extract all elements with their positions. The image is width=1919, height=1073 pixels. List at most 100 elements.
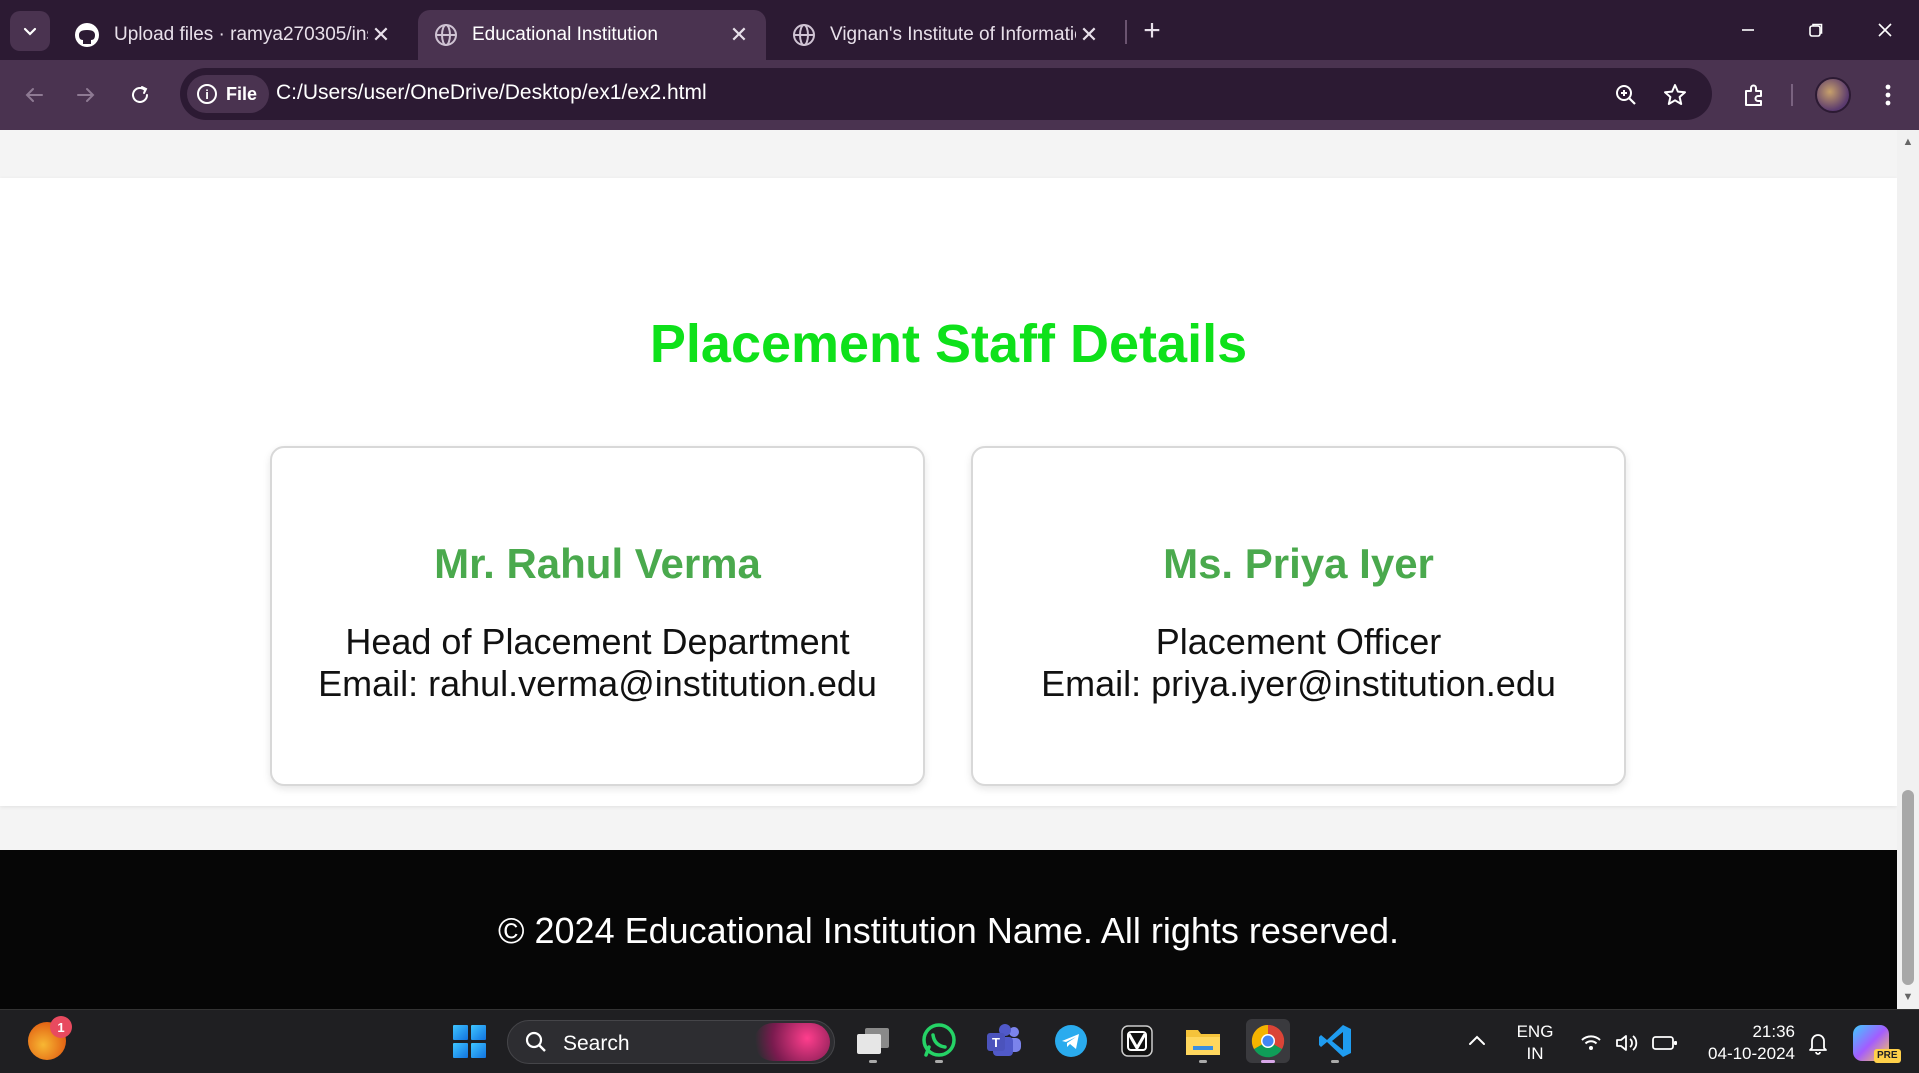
vscode-icon: [1319, 1025, 1351, 1057]
notification-badge: 1: [50, 1016, 72, 1038]
bookmark-star-icon[interactable]: [1658, 78, 1692, 112]
browser-toolbar: i File C:/Users/user/OneDrive/Desktop/ex…: [0, 60, 1919, 130]
start-icon: [452, 1024, 486, 1058]
staff-card: Ms. Priya Iyer Placement Officer Email: …: [971, 446, 1626, 786]
search-highlight-image: [754, 1023, 830, 1061]
toolbar-divider: [1791, 84, 1793, 106]
plus-icon: +: [1143, 14, 1161, 47]
svg-text:T: T: [992, 1035, 1000, 1050]
clock-time: 21:36: [1752, 1022, 1795, 1041]
capcut-icon: [1121, 1025, 1153, 1057]
start-button[interactable]: [447, 1019, 491, 1063]
clock[interactable]: 21:36 04-10-2024: [1695, 1021, 1795, 1065]
bell-icon[interactable]: [1808, 1031, 1828, 1061]
globe-icon: [435, 24, 457, 46]
info-icon: i: [197, 84, 217, 104]
close-icon[interactable]: ✕: [368, 22, 394, 48]
running-indicator: [869, 1060, 877, 1063]
reload-icon: [132, 86, 148, 103]
tab-title: Vignan's Institute of Information: [830, 24, 1076, 45]
copyright-text: © 2024 Educational Institution Name. All…: [497, 910, 1399, 951]
teams-icon: T: [987, 1024, 1021, 1056]
staff-role: Placement Officer: [1155, 621, 1442, 662]
github-icon: [75, 23, 99, 47]
wifi-icon[interactable]: [1580, 1033, 1602, 1057]
vscode-button[interactable]: [1313, 1019, 1357, 1063]
tab-educational-institution[interactable]: Educational Institution ✕: [418, 10, 766, 60]
new-tab-button[interactable]: +: [1135, 14, 1169, 48]
tab-divider: [1125, 20, 1127, 44]
tab-title: Upload files · ramya270305/inst: [114, 24, 368, 45]
chevron-up-icon[interactable]: [1467, 1031, 1487, 1054]
battery-icon[interactable]: [1652, 1034, 1678, 1058]
tab-title: Educational Institution: [472, 24, 658, 45]
arrow-right-icon: [77, 88, 95, 102]
capcut-button[interactable]: [1115, 1019, 1159, 1063]
chevron-down-icon: [23, 27, 37, 36]
running-indicator: [1331, 1060, 1339, 1063]
staff-name: Ms. Priya Iyer: [1163, 540, 1434, 587]
running-indicator: [1199, 1060, 1207, 1063]
search-label: Search: [563, 1032, 630, 1055]
profile-avatar[interactable]: [1815, 77, 1851, 113]
vertical-scrollbar[interactable]: ▲ ▼: [1897, 130, 1919, 1009]
close-icon[interactable]: ✕: [726, 22, 752, 48]
minimize-icon: [1742, 29, 1754, 31]
restore-icon: [1809, 23, 1823, 37]
staff-card: Mr. Rahul Verma Head of Placement Depart…: [270, 446, 925, 786]
running-indicator: [1261, 1060, 1275, 1063]
whatsapp-button[interactable]: [917, 1019, 961, 1063]
file-explorer-button[interactable]: [1181, 1019, 1225, 1063]
page-footer: © 2024 Educational Institution Name. All…: [0, 850, 1897, 1009]
reload-button[interactable]: [120, 75, 160, 115]
tab-search-button[interactable]: [10, 11, 50, 51]
language-code: ENG: [1516, 1022, 1554, 1041]
restore-button[interactable]: [1788, 8, 1844, 52]
telegram-icon: [1055, 1025, 1087, 1057]
staff-email: Email: rahul.verma@institution.edu: [318, 663, 877, 704]
tab-upload-files[interactable]: Upload files · ramya270305/inst ✕: [58, 10, 408, 60]
menu-kebab-icon[interactable]: [1870, 77, 1906, 113]
scroll-down-arrow-icon[interactable]: ▼: [1897, 987, 1919, 1007]
staff-email: Email: priya.iyer@institution.edu: [1041, 663, 1556, 704]
close-icon[interactable]: ✕: [1076, 22, 1102, 48]
page-viewport: Placement Staff Details Mr. Rahul Verma …: [0, 130, 1897, 1009]
whatsapp-icon: [922, 1023, 956, 1057]
staff-name: Mr. Rahul Verma: [434, 540, 761, 587]
scheme-label: File: [226, 83, 258, 104]
preview-badge: PRE: [1874, 1049, 1901, 1063]
staff-role: Head of Placement Department: [345, 621, 850, 662]
globe-icon: [793, 24, 815, 46]
scroll-thumb[interactable]: [1902, 790, 1914, 985]
placement-staff-section: Placement Staff Details Mr. Rahul Verma …: [0, 178, 1897, 806]
chrome-button[interactable]: [1246, 1019, 1290, 1063]
teams-button[interactable]: T: [982, 1019, 1026, 1063]
running-indicator: [935, 1060, 943, 1063]
task-view-icon: [857, 1028, 889, 1054]
section-title: Placement Staff Details: [649, 314, 1248, 374]
zoom-icon[interactable]: [1609, 78, 1643, 112]
task-view-button[interactable]: [851, 1019, 895, 1063]
telegram-button[interactable]: [1049, 1019, 1093, 1063]
back-button[interactable]: [14, 75, 54, 115]
arrow-left-icon: [25, 88, 43, 102]
file-explorer-icon: [1186, 1030, 1220, 1055]
forward-button[interactable]: [66, 75, 106, 115]
window-close-button[interactable]: [1857, 8, 1913, 52]
tab-strip: Upload files · ramya270305/inst ✕ Educat…: [0, 0, 1919, 60]
region-code: IN: [1526, 1044, 1544, 1063]
site-info-button[interactable]: i File: [187, 75, 270, 113]
scroll-up-arrow-icon[interactable]: ▲: [1897, 132, 1919, 152]
close-icon: [1878, 23, 1892, 37]
clock-date: 04-10-2024: [1708, 1044, 1795, 1063]
language-indicator[interactable]: ENG IN: [1505, 1021, 1565, 1065]
minimize-button[interactable]: [1720, 8, 1776, 52]
search-icon: [524, 1030, 548, 1060]
tab-vignans-institute[interactable]: Vignan's Institute of Information ✕: [776, 10, 1116, 60]
url-text[interactable]: C:/Users/user/OneDrive/Desktop/ex1/ex2.h…: [276, 81, 707, 105]
address-bar[interactable]: i File C:/Users/user/OneDrive/Desktop/ex…: [180, 68, 1712, 120]
extensions-icon[interactable]: [1736, 77, 1772, 113]
volume-icon[interactable]: [1615, 1033, 1641, 1059]
taskbar-search[interactable]: Search: [507, 1020, 835, 1064]
chrome-icon: [1251, 1024, 1285, 1058]
